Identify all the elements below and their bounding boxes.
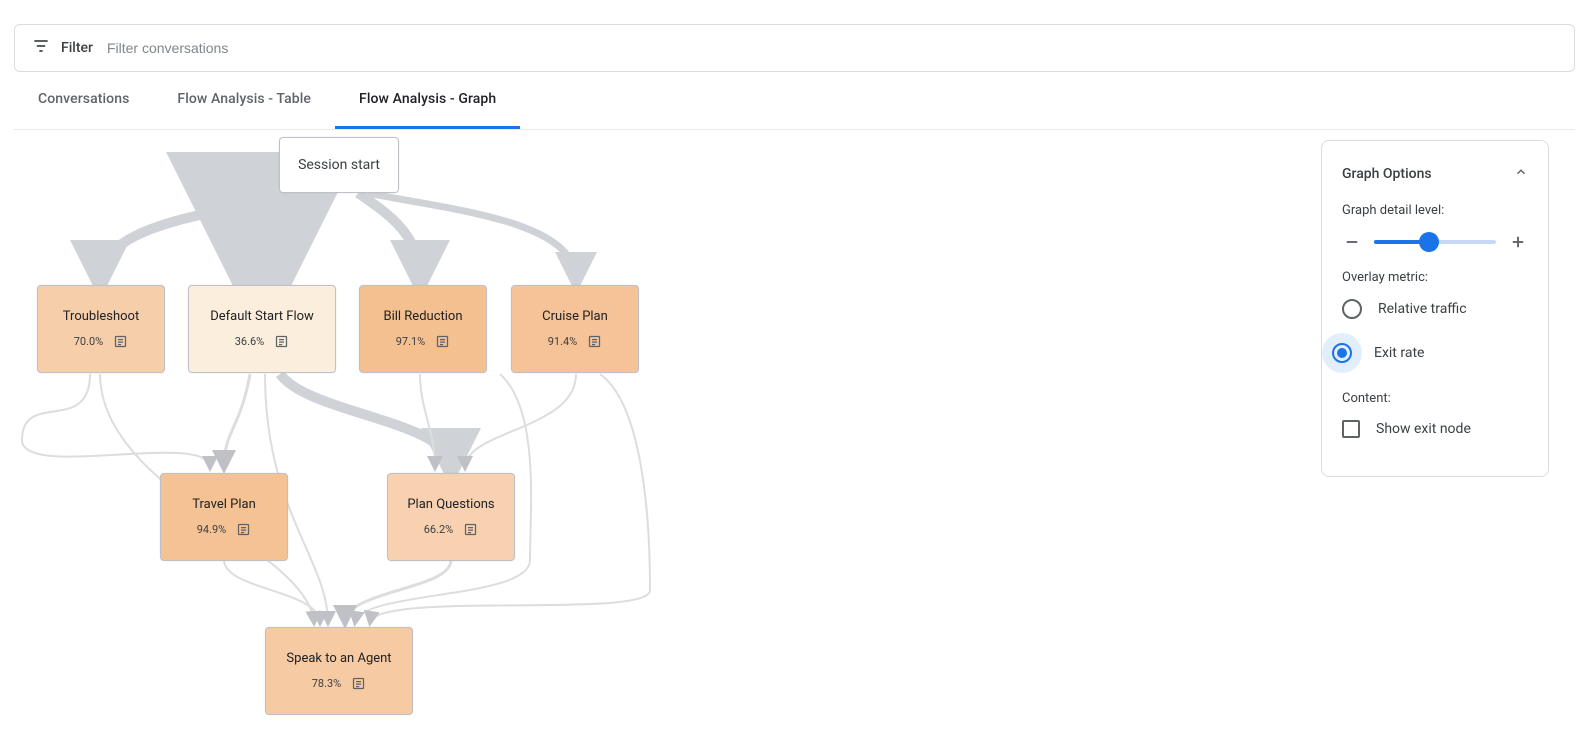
- list-icon[interactable]: [587, 334, 602, 349]
- options-title: Graph Options: [1342, 166, 1432, 182]
- list-icon[interactable]: [236, 522, 251, 537]
- node-metric: 70.0%: [74, 335, 104, 348]
- graph-area[interactable]: Session start Troubleshoot 70.0% Default…: [0, 130, 1589, 745]
- node-speak-agent[interactable]: Speak to an Agent 78.3%: [265, 627, 413, 715]
- radio-label: Relative traffic: [1378, 301, 1467, 317]
- list-icon[interactable]: [463, 522, 478, 537]
- node-title: Plan Questions: [407, 497, 494, 512]
- tab-flow-table[interactable]: Flow Analysis - Table: [153, 72, 335, 129]
- radio-relative-traffic[interactable]: Relative traffic: [1342, 299, 1528, 319]
- radio-label: Exit rate: [1374, 345, 1424, 361]
- node-default-start[interactable]: Default Start Flow 36.6%: [188, 285, 336, 373]
- node-title: Bill Reduction: [383, 309, 462, 324]
- filter-label: Filter: [61, 40, 93, 56]
- node-travel-plan[interactable]: Travel Plan 94.9%: [160, 473, 288, 561]
- node-troubleshoot[interactable]: Troubleshoot 70.0%: [37, 285, 165, 373]
- checkbox-label: Show exit node: [1376, 421, 1471, 437]
- minus-icon[interactable]: [1342, 232, 1362, 252]
- radio-halo: [1322, 333, 1362, 373]
- tab-conversations[interactable]: Conversations: [14, 72, 153, 129]
- node-title: Travel Plan: [192, 497, 256, 512]
- node-session-start[interactable]: Session start: [279, 137, 399, 193]
- node-session-start-label: Session start: [298, 157, 380, 173]
- node-metric: 78.3%: [312, 677, 342, 690]
- node-metric-row: 66.2%: [424, 522, 479, 537]
- list-icon[interactable]: [113, 334, 128, 349]
- node-metric-row: 70.0%: [74, 334, 129, 349]
- graph-options-panel: Graph Options Graph detail level: Overla…: [1321, 140, 1549, 477]
- overlay-metric-label: Overlay metric:: [1342, 270, 1528, 285]
- detail-slider[interactable]: [1374, 240, 1496, 244]
- node-metric: 91.4%: [548, 335, 578, 348]
- node-bill-reduction[interactable]: Bill Reduction 97.1%: [359, 285, 487, 373]
- node-metric: 97.1%: [396, 335, 426, 348]
- detail-slider-row: [1342, 232, 1528, 252]
- list-icon[interactable]: [351, 676, 366, 691]
- checkbox-show-exit-node[interactable]: Show exit node: [1342, 420, 1528, 438]
- radio-icon: [1342, 299, 1362, 319]
- node-metric-row: 78.3%: [312, 676, 367, 691]
- radio-exit-rate[interactable]: Exit rate: [1332, 333, 1528, 373]
- filter-icon-wrap: Filter: [31, 36, 93, 60]
- radio-icon: [1332, 343, 1352, 363]
- checkbox-icon: [1342, 420, 1360, 438]
- node-metric: 94.9%: [197, 523, 227, 536]
- node-metric: 66.2%: [424, 523, 454, 536]
- filter-input[interactable]: [107, 40, 1558, 56]
- list-icon[interactable]: [274, 334, 289, 349]
- options-header[interactable]: Graph Options: [1342, 165, 1528, 183]
- node-metric-row: 97.1%: [396, 334, 451, 349]
- node-metric: 36.6%: [235, 335, 265, 348]
- node-title: Default Start Flow: [210, 309, 314, 324]
- tabs: Conversations Flow Analysis - Table Flow…: [14, 72, 1575, 130]
- node-cruise-plan[interactable]: Cruise Plan 91.4%: [511, 285, 639, 373]
- node-title: Troubleshoot: [63, 309, 139, 324]
- list-icon[interactable]: [435, 334, 450, 349]
- tab-flow-graph[interactable]: Flow Analysis - Graph: [335, 72, 520, 129]
- node-title: Cruise Plan: [542, 309, 608, 324]
- chevron-up-icon[interactable]: [1514, 165, 1528, 183]
- content-label: Content:: [1342, 391, 1528, 406]
- node-metric-row: 36.6%: [235, 334, 290, 349]
- node-plan-questions[interactable]: Plan Questions 66.2%: [387, 473, 515, 561]
- node-metric-row: 94.9%: [197, 522, 252, 537]
- filter-bar: Filter: [14, 24, 1575, 72]
- filter-icon: [31, 36, 51, 60]
- detail-level-label: Graph detail level:: [1342, 203, 1528, 218]
- plus-icon[interactable]: [1508, 232, 1528, 252]
- node-metric-row: 91.4%: [548, 334, 603, 349]
- node-title: Speak to an Agent: [286, 651, 391, 666]
